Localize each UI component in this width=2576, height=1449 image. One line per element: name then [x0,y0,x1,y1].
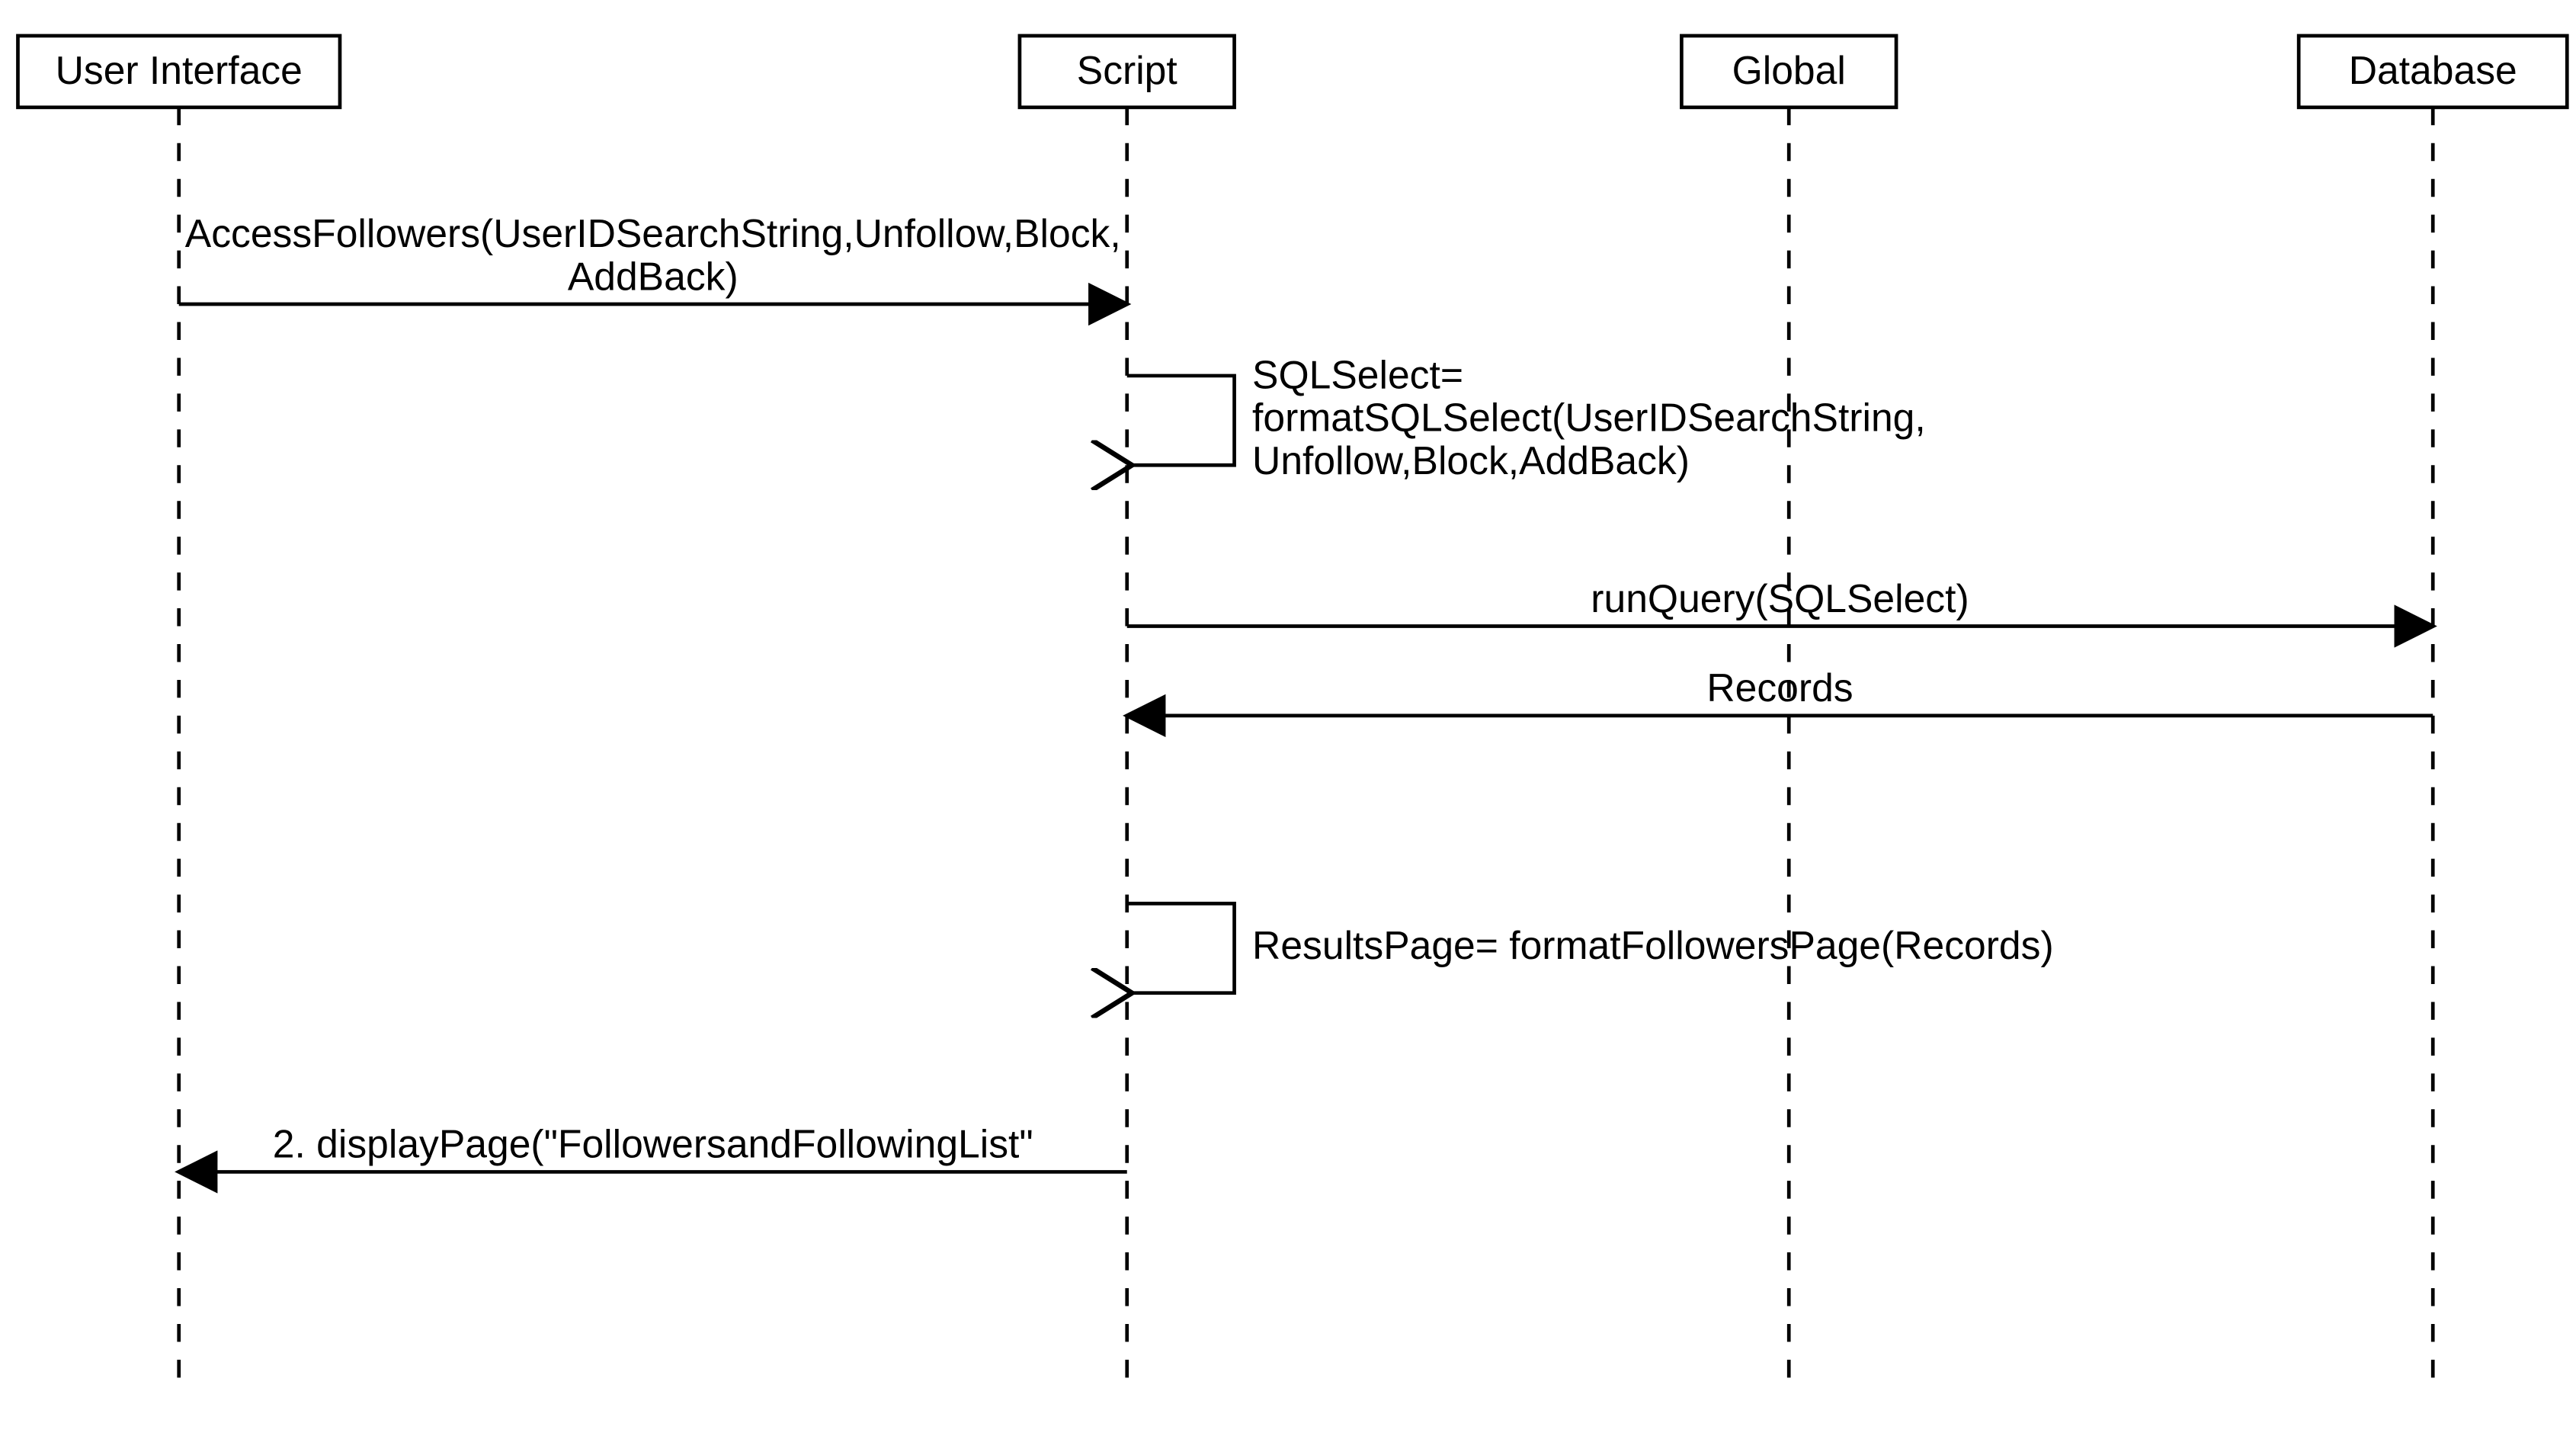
message-label-m4-l0: Records [1706,665,1853,710]
message-m1: AccessFollowers(UserIDSearchString,Unfol… [179,211,1127,304]
message-label-m1-l1: AddBack) [568,254,739,298]
message-label-m1-l0: AccessFollowers(UserIDSearchString,Unfol… [185,211,1121,255]
lifeline-label-script: Script [1077,48,1177,92]
message-m5: ResultsPage= formatFollowersPage(Records… [1127,903,2054,992]
message-label-m6-l0: 2. displayPage("FollowersandFollowingLis… [273,1122,1033,1166]
sequence-diagram: User Interface Script Global Database Access… [0,0,2576,1449]
lifeline-label-database: Database [2349,48,2517,92]
message-m2: SQLSelect=formatSQLSelect(UserIDSearchSt… [1127,352,1926,482]
message-label-m2-l1: formatSQLSelect(UserIDSearchString, [1252,396,1926,440]
message-label-m3-l0: runQuery(SQLSelect) [1591,576,1969,620]
message-label-m2-l0: SQLSelect= [1252,352,1463,396]
lifeline-label-global: Global [1732,48,1846,92]
sequence-diagram-svg: User Interface Script Global Database Access… [0,0,2576,1449]
lifeline-label-ui: User Interface [56,48,303,92]
message-label-m5-l0: ResultsPage= formatFollowersPage(Records… [1252,923,2054,967]
message-m4: Records [1127,665,2433,716]
message-label-m2-l2: Unfollow,Block,AddBack) [1252,438,1690,482]
message-m3: runQuery(SQLSelect) [1127,576,2433,627]
message-m6: 2. displayPage("FollowersandFollowingLis… [179,1122,1127,1172]
